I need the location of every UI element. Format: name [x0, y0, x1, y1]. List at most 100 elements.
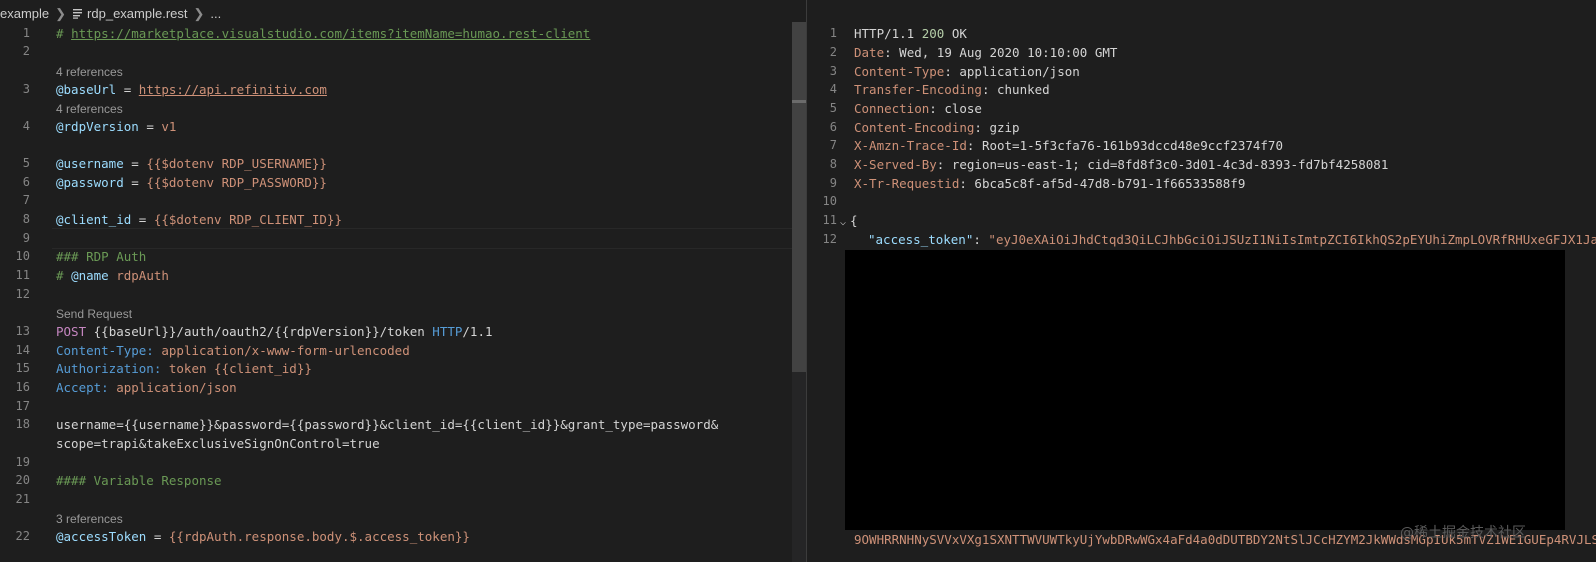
response-header: Content-Type: application/json — [854, 64, 1080, 79]
line-number: 6 — [22, 175, 30, 189]
header-value: 6bca5c8f-af5d-47d8-b791-1f66533588f9 — [974, 176, 1246, 191]
line-number: 13 — [15, 324, 30, 338]
breadcrumb-folder[interactable]: example — [0, 6, 49, 21]
code-line-request: POST {{baseUrl}}/auth/oauth2/{{rdpVersio… — [56, 322, 493, 341]
line-number: 16 — [15, 380, 30, 394]
references-codelens[interactable]: 4 references — [56, 64, 123, 80]
code-line-variable: @rdpVersion = v1 — [56, 117, 176, 136]
code-line-comment: # @name rdpAuth — [56, 266, 169, 285]
header-value: application/json — [959, 64, 1080, 79]
code-line-variable: @client_id = {{$dotenv RDP_CLIENT_ID}} — [56, 210, 342, 229]
request-editor[interactable]: example ❯ rdp_example.rest ❯... 1 2 3 4 5 6… — [0, 0, 806, 562]
variable-name: @rdpVersion — [56, 119, 139, 134]
breadcrumb-file[interactable]: rdp_example.rest — [87, 6, 187, 21]
line-number: 8 — [829, 157, 837, 171]
scrollbar-marker — [792, 100, 806, 103]
request-name: rdpAuth — [108, 268, 169, 283]
header-key: X-Amzn-Trace-Id — [854, 138, 967, 153]
header-key: Date — [854, 45, 885, 60]
marketplace-link[interactable]: https://marketplace.visualstudio.com/ite… — [71, 26, 590, 41]
operator: = — [116, 82, 139, 97]
line-number: 10 — [822, 194, 837, 208]
header-value: chunked — [997, 82, 1050, 97]
operator: = — [138, 119, 162, 134]
line-number: 5 — [829, 101, 837, 115]
json-brace: { — [850, 213, 858, 228]
line-number: 6 — [829, 120, 837, 134]
header-value: application/json — [108, 380, 237, 395]
breadcrumb: example ❯ rdp_example.rest ❯... — [0, 4, 221, 24]
variable-value: {{$dotenv RDP_USERNAME}} — [146, 156, 327, 171]
scrollbar-thumb[interactable] — [792, 22, 806, 372]
comment-marker: # — [56, 26, 72, 41]
variable-name: @username — [56, 156, 124, 171]
code-line-comment: ### RDP Auth — [56, 247, 146, 266]
status-text: OK — [944, 26, 967, 41]
line-number: 7 — [829, 138, 837, 152]
response-header: Connection: close — [854, 101, 982, 116]
response-header: Content-Encoding: gzip — [854, 120, 1020, 135]
line-number: 4 — [829, 82, 837, 96]
code-line-comment: # https://marketplace.visualstudio.com/i… — [56, 24, 590, 43]
variable-name: @accessToken — [56, 529, 147, 544]
line-number: 20 — [15, 473, 30, 487]
json-colon: : — [973, 232, 989, 247]
header-value: Wed, 19 Aug 2020 10:10:00 GMT — [899, 45, 1118, 60]
header-value: Root=1-5f3cfa76-161b93dccd48e9ccf2374f70 — [981, 138, 1283, 153]
code-line-body: username={{username}}&password={{passwor… — [56, 417, 719, 432]
operator: = — [146, 529, 169, 544]
line-number: 14 — [15, 343, 30, 357]
references-codelens[interactable]: 3 references — [56, 511, 123, 527]
line-number: 2 — [22, 44, 30, 58]
comment-marker: # — [56, 268, 72, 283]
code-line-comment: #### Variable Response — [56, 471, 222, 490]
header-key: Authorization: — [56, 361, 162, 376]
line-number: 11 — [15, 268, 30, 282]
current-line-highlight — [52, 228, 792, 249]
code-line-variable: @username = {{$dotenv RDP_USERNAME}} — [56, 154, 327, 173]
line-number: 11 — [822, 213, 837, 227]
line-number: 9 — [22, 231, 30, 245]
status-code: 200 — [921, 26, 945, 41]
send-request-codelens[interactable]: Send Request — [56, 306, 132, 322]
code-line-header: Authorization: token {{client_id}} — [56, 359, 312, 378]
line-number: 3 — [22, 82, 30, 96]
comment-text: ### RDP Auth — [56, 249, 147, 264]
watermark: @稀土掘金技术社区 — [1400, 525, 1526, 541]
line-number: 2 — [829, 45, 837, 59]
access-token-value: "eyJ0eXAiOiJhdCtqd3QiLCJhbGciOiJSUzI1NiI… — [988, 232, 1596, 247]
code-line-header: Content-Type: application/x-www-form-url… — [56, 341, 410, 360]
header-key: Transfer-Encoding — [854, 82, 982, 97]
variable-value: {{rdpAuth.response.body.$.access_token}} — [168, 529, 470, 544]
response-header: Transfer-Encoding: chunked — [854, 82, 1050, 97]
comment-text: #### Variable Response — [56, 473, 222, 488]
response-header: X-Amzn-Trace-Id: Root=1-5f3cfa76-161b93d… — [854, 138, 1283, 153]
header-key: Content-Type — [854, 64, 945, 79]
base-url-link[interactable]: https://api.refinitiv.com — [139, 82, 327, 97]
line-number: 5 — [22, 156, 30, 170]
line-number: 1 — [829, 26, 837, 40]
line-number: 9 — [829, 176, 837, 190]
operator: = — [131, 212, 154, 227]
line-number: 19 — [15, 455, 30, 469]
line-number: 1 — [22, 26, 30, 40]
header-value: gzip — [989, 120, 1020, 135]
header-key: X-Served-By — [854, 157, 937, 172]
chevron-down-icon[interactable]: ⌵ — [840, 213, 850, 232]
line-number: 22 — [15, 529, 30, 543]
code-line-variable: @baseUrl = https://api.refinitiv.com — [56, 80, 327, 99]
variable-value: v1 — [161, 119, 177, 134]
breadcrumb-ellipsis[interactable]: ... — [210, 6, 221, 21]
json-token-line: "access_token": "eyJ0eXAiOiJhdCtqd3QiLCJ… — [868, 230, 1596, 249]
header-value: application/x-www-form-urlencoded — [153, 343, 410, 358]
header-key: Content-Encoding — [854, 120, 975, 135]
http-keyword: HTTP — [432, 324, 463, 339]
response-header: X-Served-By: region=us-east-1; cid=8fd8f… — [854, 157, 1389, 172]
code-line-header: Accept: application/json — [56, 378, 237, 397]
references-codelens[interactable]: 4 references — [56, 101, 123, 117]
code-line-variable: @password = {{$dotenv RDP_PASSWORD}} — [56, 173, 327, 192]
header-value: close — [944, 101, 982, 116]
header-key: X-Tr-Requestid — [854, 176, 960, 191]
chevron-right-icon: ❯ — [193, 6, 205, 21]
line-number: 21 — [15, 492, 30, 506]
